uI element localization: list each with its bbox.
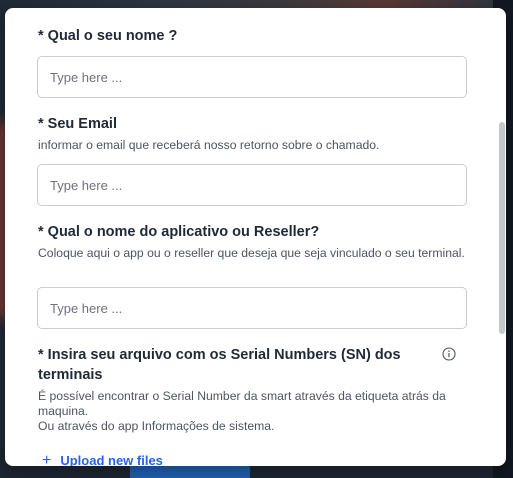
app-reseller-help-text: Coloque aqui o app ou o reseller que des… [38, 246, 465, 260]
email-help-text: informar o email que receberá nosso reto… [38, 138, 380, 152]
vertical-scrollbar[interactable] [497, 8, 506, 466]
email-field-group: * Seu Email informar o email que receber… [38, 114, 467, 153]
plus-icon: + [42, 451, 52, 466]
name-input[interactable] [37, 56, 467, 98]
name-field-group: * Qual o seu nome ? [38, 26, 467, 46]
email-label: * Seu Email [38, 116, 117, 132]
form-content: * Qual o seu nome ? * Seu Email informar… [5, 8, 506, 466]
app-reseller-field-group: * Qual o nome do aplicativo ou Reseller?… [38, 222, 467, 261]
serial-file-field-group: * Insira seu arquivo com os Serial Numbe… [38, 345, 448, 434]
app-reseller-label: * Qual o nome do aplicativo ou Reseller? [38, 224, 320, 240]
upload-files-button[interactable]: + Upload new files [42, 451, 163, 466]
scrollbar-thumb[interactable] [499, 122, 505, 334]
name-label: * Qual o seu nome ? [38, 28, 178, 44]
form-modal: * Qual o seu nome ? * Seu Email informar… [5, 8, 506, 466]
app-reseller-input[interactable] [37, 287, 467, 329]
upload-files-label: Upload new files [60, 453, 163, 466]
serial-file-help-line1: É possível encontrar o Serial Number da … [38, 389, 446, 418]
serial-file-help-line2: Ou através do app Informações de sistema… [38, 419, 275, 433]
info-circle-icon[interactable] [442, 347, 456, 361]
serial-file-label: * Insira seu arquivo com os Serial Numbe… [38, 347, 401, 383]
email-input[interactable] [37, 164, 467, 206]
